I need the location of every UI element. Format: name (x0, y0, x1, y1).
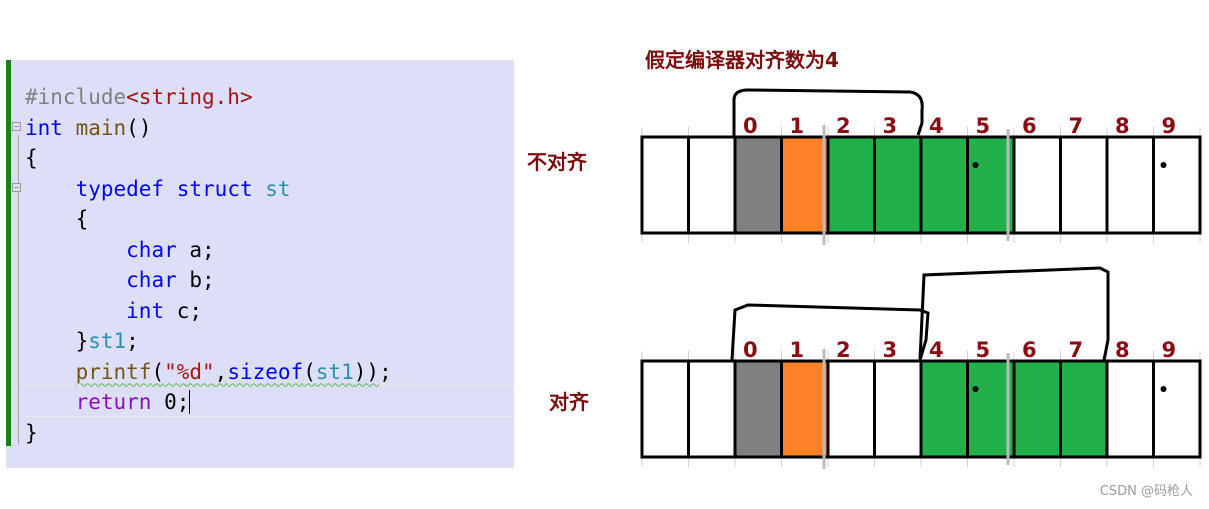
memory-cell-empty (640, 135, 690, 235)
marker-dot (972, 386, 979, 392)
watermark: CSDN @码枪人 (1099, 484, 1193, 499)
memory-cell-empty (687, 359, 737, 459)
memory-layout-diagram: 0 1 2 3 4 5 6 7 8 9 0 1 2 3 4 5 6 7 8 9 (640, 88, 1202, 469)
byte-index-label: 0 (743, 338, 758, 362)
byte-index-label: 6 (1022, 338, 1037, 362)
byte-index-label: 1 (790, 338, 805, 362)
memory-cell-int-c (919, 359, 969, 459)
byte-index-label: 4 (929, 114, 944, 138)
memory-cell-int-c (826, 135, 876, 235)
memory-cell-empty (873, 359, 923, 459)
memory-cell-int-c (919, 135, 969, 235)
memory-cell-int-c (1059, 359, 1109, 459)
memory-cell-empty (687, 135, 737, 235)
memory-cell-empty (1105, 135, 1155, 235)
byte-index-label: 9 (1162, 114, 1177, 138)
byte-index-label: 4 (929, 338, 944, 362)
memory-cell-empty (1105, 359, 1155, 459)
memory-cell-char-b (780, 135, 830, 235)
marker-dot (1160, 386, 1167, 392)
memory-cell-char-b (780, 359, 830, 459)
bracket-first-word-aligned (730, 303, 930, 361)
marker-dot (1160, 162, 1167, 168)
memory-cell-empty (1152, 359, 1202, 459)
memory-cell-empty (640, 359, 690, 459)
memory-cell-empty (1059, 135, 1109, 235)
byte-index-label: 8 (1115, 114, 1130, 138)
byte-index-label: 2 (836, 338, 851, 362)
byte-index-label: 2 (836, 114, 851, 138)
byte-index-label: 3 (883, 338, 898, 362)
memory-cell-empty (826, 359, 876, 459)
memory-cell-int-c (873, 135, 923, 235)
memory-cell-char-a (733, 359, 783, 459)
memory-cell-int-c (1012, 359, 1062, 459)
byte-index-label: 7 (1069, 114, 1084, 138)
byte-index-label: 6 (1022, 114, 1037, 138)
memory-cell-empty (1012, 135, 1062, 235)
byte-index-label: 7 (1069, 338, 1084, 362)
memory-cell-char-a (733, 135, 783, 235)
byte-index-label: 5 (976, 338, 991, 362)
byte-index-label: 8 (1115, 338, 1130, 362)
byte-index-label: 1 (790, 114, 805, 138)
memory-cell-empty (1152, 135, 1202, 235)
marker-dot (972, 162, 979, 168)
byte-index-label: 5 (976, 114, 991, 138)
byte-index-label: 0 (743, 114, 758, 138)
byte-index-label: 9 (1162, 338, 1177, 362)
byte-index-label: 3 (883, 114, 898, 138)
